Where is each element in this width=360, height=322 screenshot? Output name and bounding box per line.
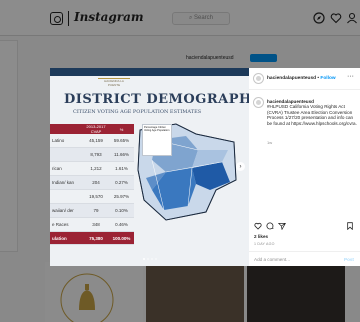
table-row: 8,793 11.66%: [50, 148, 134, 162]
heart-icon[interactable]: [254, 222, 262, 230]
comment-icon[interactable]: [266, 222, 274, 230]
table-cell: 204: [92, 180, 100, 185]
carousel-dots: [143, 258, 157, 260]
slide-top-bar: [50, 68, 249, 76]
table-cell: 8,793: [90, 152, 102, 157]
table-total-row: ulation 75,380 100.00%: [50, 232, 134, 245]
table-cell: Latino: [52, 138, 65, 143]
follow-button[interactable]: Follow: [320, 76, 335, 81]
table-row: Latino 45,159 59.65%: [50, 134, 134, 148]
post-actions: [253, 222, 356, 232]
bookmark-icon[interactable]: [346, 222, 354, 230]
carousel-dot: [147, 258, 149, 260]
table-cell: 348: [92, 222, 100, 227]
table-row: rican 1,212 1.61%: [50, 162, 134, 176]
slide-subtitle: CITIZEN VOTING AGE POPULATION ESTIMATES: [73, 109, 202, 115]
avatar[interactable]: [253, 73, 264, 84]
carousel-dot: [155, 258, 157, 260]
slide-title: DISTRICT DEMOGRAPHICS: [64, 92, 249, 107]
share-icon[interactable]: [278, 222, 286, 230]
post-image[interactable]: HACIENDA LA PUENTE DISTRICT DEMOGRAPHICS…: [50, 68, 249, 266]
carousel-dot-active: [143, 258, 145, 260]
table-cell: rican: [52, 166, 62, 171]
table-cell: 45,159: [89, 138, 103, 143]
table-cell: 100.00%: [112, 235, 131, 241]
table-row: waiian/ der 79 0.10%: [50, 204, 134, 218]
table-header-cvap: 2013-2017 CVAP: [86, 124, 106, 134]
chevron-right-icon[interactable]: ›: [236, 162, 245, 171]
post-comment-button[interactable]: Post: [344, 257, 354, 262]
table-row: Indian/ kan 204 0.27%: [50, 176, 134, 190]
post-detail-panel: haciendalapuenteusd • Follow ··· haciend…: [249, 68, 360, 266]
table-cell: 25.97%: [113, 194, 130, 199]
table-cell: 1.61%: [115, 166, 128, 171]
more-icon[interactable]: ···: [347, 73, 354, 80]
table-cell: 1,212: [90, 166, 102, 171]
caption-timestamp: 1w: [267, 140, 273, 145]
post-caption: #HLPUSD California Voting Rights Act (CV…: [267, 104, 357, 126]
post-author: haciendalapuenteusd • Follow: [267, 76, 336, 81]
table-cell: e Races: [52, 222, 69, 227]
table-cell: 0.27%: [115, 180, 128, 185]
comment-box: Add a comment... Post: [249, 251, 360, 266]
separator-dot: •: [317, 76, 320, 81]
table-cell: 11.66%: [114, 152, 129, 157]
post-timestamp: 1 DAY AGO: [254, 242, 275, 246]
caption-avatar[interactable]: [253, 97, 264, 108]
table-header: 2013-2017 CVAP %: [50, 124, 134, 134]
presentation-slide: HACIENDA LA PUENTE DISTRICT DEMOGRAPHICS…: [50, 68, 249, 266]
table-row: 19,570 25.97%: [50, 190, 134, 204]
table-cell: Indian/ kan: [52, 180, 75, 185]
post-header: haciendalapuenteusd • Follow ···: [249, 68, 360, 90]
table-cell: 19,570: [89, 194, 103, 199]
table-cell: 59.65%: [113, 138, 130, 143]
table-cell: 79: [93, 208, 99, 213]
district-logo: HACIENDA LA PUENTE: [98, 78, 130, 87]
cvap-table: 2013-2017 CVAP % Latino 45,159 59.65% 8,79…: [50, 124, 134, 245]
table-header-pct: %: [119, 126, 124, 132]
table-cell: 0.46%: [115, 222, 128, 227]
table-cell: ulation: [52, 235, 67, 241]
like-count[interactable]: 2 likes: [254, 234, 268, 239]
map-legend: Percentage Citizen Voting Age Population: [142, 124, 172, 156]
comment-input[interactable]: Add a comment...: [254, 257, 290, 262]
carousel-dot: [151, 258, 153, 260]
post-username[interactable]: haciendalapuenteusd: [267, 76, 316, 81]
table-cell: 75,380: [89, 235, 103, 241]
table-cell: 0.10%: [115, 208, 128, 213]
table-cell: waiian/ der: [52, 208, 74, 213]
table-row: e Races 348 0.46%: [50, 218, 134, 232]
